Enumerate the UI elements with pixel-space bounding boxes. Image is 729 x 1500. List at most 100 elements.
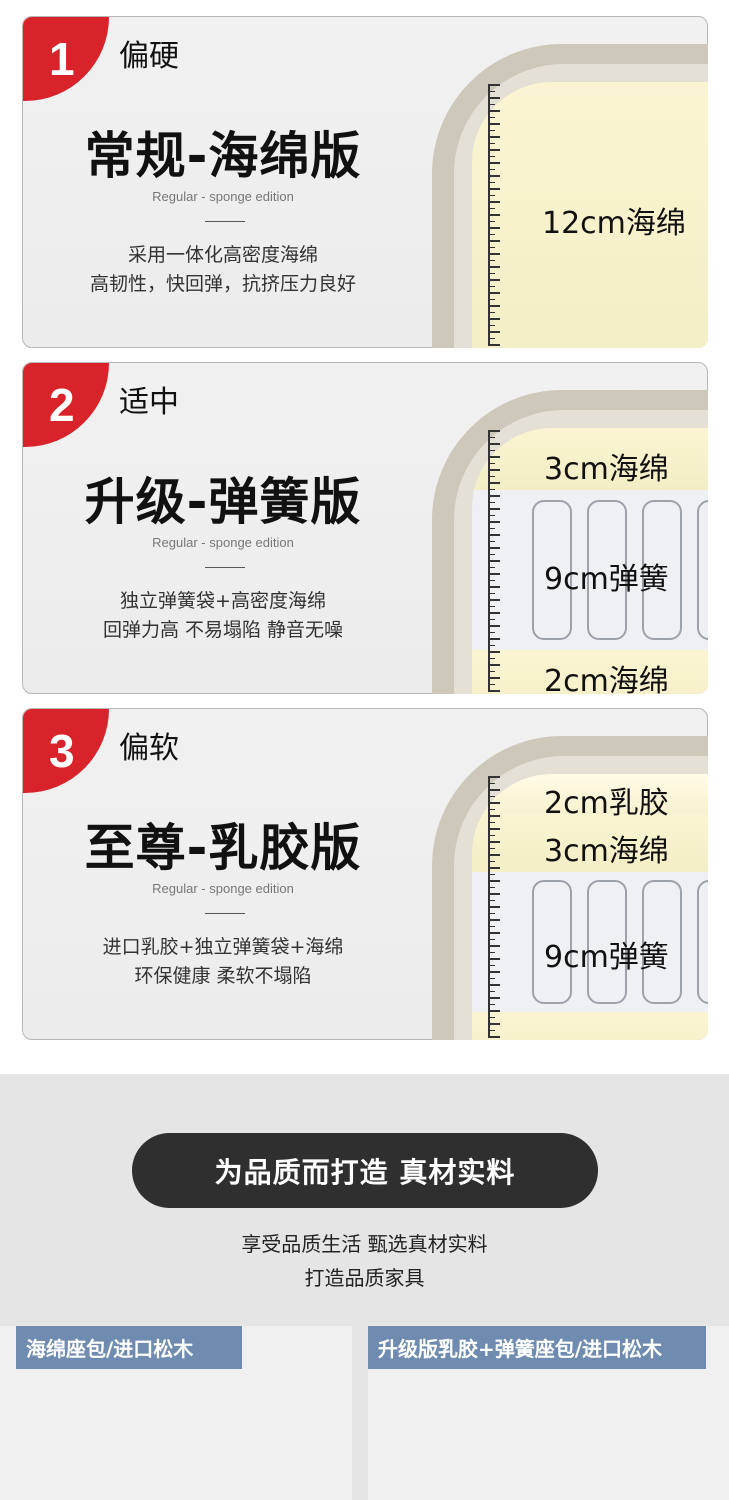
ruler-tick — [488, 272, 495, 274]
ruler-tick — [488, 462, 495, 464]
ruler-tick — [488, 677, 500, 679]
ruler-tick — [488, 84, 500, 86]
ruler-tick — [488, 815, 500, 817]
ruler-tick — [488, 808, 495, 810]
ruler-tick — [488, 873, 495, 875]
ruler-tick — [488, 456, 500, 458]
ruler-tick — [488, 592, 495, 594]
quality-tagline: 打造品质家具 — [304, 1266, 425, 1290]
ruler-tick — [488, 657, 495, 659]
product-tag: 海绵座包/进口松木 — [16, 1326, 242, 1369]
ruler-tick — [488, 324, 495, 326]
ruler-tick — [488, 906, 500, 908]
ruler-tick — [488, 116, 495, 118]
ruler-tick — [488, 997, 500, 999]
ruler-tick — [488, 233, 495, 235]
ruler-tick — [488, 618, 495, 620]
ruler-tick — [488, 821, 495, 823]
ruler-tick — [488, 867, 500, 869]
ruler-tick — [488, 201, 500, 203]
ruler-tick — [488, 560, 500, 562]
ruler-tick — [488, 925, 495, 927]
ruler-tick — [488, 508, 500, 510]
ruler-tick — [488, 149, 500, 151]
ruler — [488, 84, 500, 346]
ruler-tick — [488, 436, 495, 438]
ruler-tick — [488, 123, 500, 125]
ruler-tick — [488, 207, 495, 209]
ruler-tick — [488, 298, 495, 300]
ruler-tick — [488, 1010, 500, 1012]
ruler-tick — [488, 566, 495, 568]
layer-label: 9cm弹簧 — [544, 940, 669, 975]
ruler-tick — [488, 964, 495, 966]
ruler-tick — [488, 1016, 495, 1018]
ruler-tick — [488, 984, 500, 986]
ruler-tick — [488, 514, 495, 516]
layer-label: 3cm海绵 — [544, 834, 669, 869]
ruler-tick — [488, 977, 495, 979]
ruler-tick — [488, 443, 500, 445]
ruler-tick — [488, 311, 495, 313]
ruler-tick — [488, 240, 500, 242]
ruler-tick — [488, 919, 500, 921]
ruler-tick — [488, 318, 500, 320]
ruler-tick — [488, 1036, 500, 1038]
ruler-tick — [488, 469, 500, 471]
ruler-tick — [488, 142, 495, 144]
ruler-tick — [488, 227, 500, 229]
ruler — [488, 776, 500, 1038]
ruler-tick — [488, 495, 500, 497]
ruler-tick — [488, 162, 500, 164]
ruler-tick — [488, 1023, 500, 1025]
ruler — [488, 430, 500, 692]
ruler-tick — [488, 344, 500, 346]
ruler-tick — [488, 971, 500, 973]
ruler-tick — [488, 449, 495, 451]
ruler-tick — [488, 605, 495, 607]
layer-label: 2cm乳胶 — [544, 786, 669, 821]
ruler-tick — [488, 631, 495, 633]
ruler-tick — [488, 521, 500, 523]
ruler-tick — [488, 540, 495, 542]
ruler-tick — [488, 683, 495, 685]
ruler-tick — [488, 932, 500, 934]
ruler-tick — [488, 136, 500, 138]
ruler-tick — [488, 586, 500, 588]
ruler-tick — [488, 292, 500, 294]
ruler-tick — [488, 488, 495, 490]
ruler-tick — [488, 880, 500, 882]
layer-label: 2cm海绵 — [544, 664, 669, 699]
ruler-tick — [488, 553, 495, 555]
ruler-tick — [488, 279, 500, 281]
quality-headline-pill: 为品质而打造 真材实料 — [132, 1133, 598, 1208]
ruler-tick — [488, 886, 495, 888]
ruler-tick — [488, 802, 500, 804]
layer-label: 3cm海绵 — [544, 452, 669, 487]
ruler-tick — [488, 834, 495, 836]
ruler-tick — [488, 938, 495, 940]
ruler-tick — [488, 860, 495, 862]
ruler-tick — [488, 651, 500, 653]
ruler-tick — [488, 168, 495, 170]
ruler-tick — [488, 776, 500, 778]
ruler-tick — [488, 331, 500, 333]
layer-label: 9cm弹簧 — [544, 562, 669, 597]
ruler-tick — [488, 181, 495, 183]
ruler-tick — [488, 789, 500, 791]
ruler-tick — [488, 899, 495, 901]
ruler-tick — [488, 644, 495, 646]
ruler-tick — [488, 253, 500, 255]
ruler-tick — [488, 501, 495, 503]
ruler-tick — [488, 612, 500, 614]
ruler-tick — [488, 482, 500, 484]
ruler-tick — [488, 527, 495, 529]
ruler-tick — [488, 854, 500, 856]
layer-label: 12cm海绵 — [542, 206, 686, 241]
ruler-tick — [488, 945, 500, 947]
cushion-cross-section-image — [22, 362, 708, 694]
ruler-tick — [488, 129, 495, 131]
cushion-cross-section-image — [22, 16, 708, 348]
ruler-tick — [488, 951, 495, 953]
ruler-tick — [488, 573, 500, 575]
